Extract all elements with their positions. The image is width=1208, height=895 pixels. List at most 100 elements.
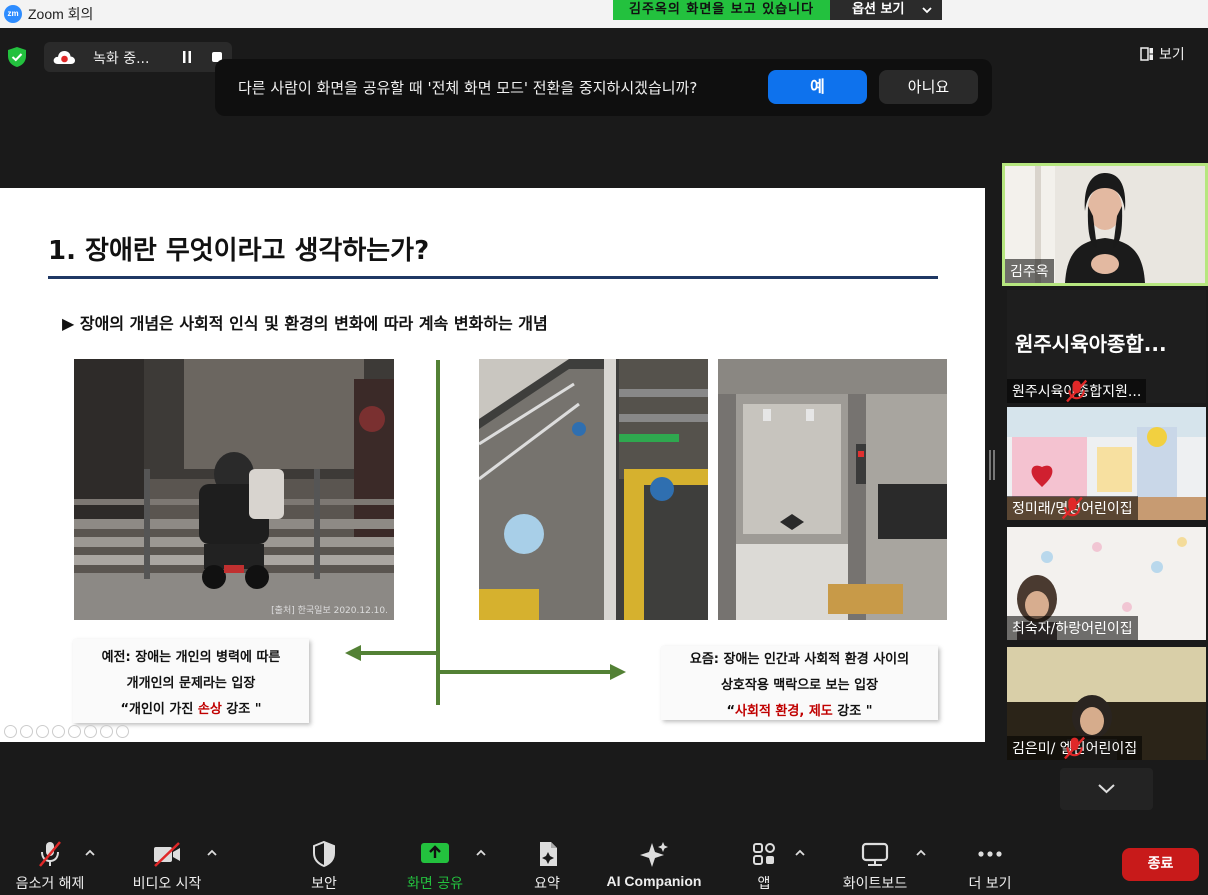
camera-icon[interactable] xyxy=(100,725,113,738)
mic-muted-icon xyxy=(1066,379,1088,403)
start-video-label: 비디오 시작 xyxy=(132,876,202,892)
fullscreen-switch-dialog: 다른 사람이 화면을 공유할 때 '전체 화면 모드' 전환을 중지하시겠습니까… xyxy=(215,59,992,116)
chevron-down-icon xyxy=(922,6,933,13)
dialog-no-button[interactable]: 아니요 xyxy=(879,70,978,104)
zoom-icon[interactable] xyxy=(68,725,81,738)
zoom-window: zm Zoom 회의 김주옥의 화면을 보고 있습니다 옵션 보기 녹화 중..… xyxy=(0,0,1208,895)
participant-name-label: 김은미/ 엘린어린이집 xyxy=(1007,736,1143,760)
participant-tile[interactable]: 정미래/명성어린이집 xyxy=(1007,407,1206,520)
whiteboard-options-caret-icon[interactable] xyxy=(915,848,927,858)
participant-tile[interactable]: 최숙자/하랑어린이집 xyxy=(1007,527,1206,640)
participant-name-label: 원주시육아종합지원... xyxy=(1007,379,1147,403)
dialog-message: 다른 사람이 화면을 공유할 때 '전체 화면 모드' 전환을 중지하시겠습니까… xyxy=(238,79,698,97)
participant-tile[interactable]: 김은미/ 엘린어린이집 xyxy=(1007,647,1206,760)
participant-tile-no-video[interactable]: 원주시육아종합... 원주시육아종합지원... xyxy=(1007,290,1206,403)
window-title: Zoom 회의 xyxy=(28,6,94,22)
participant-tile-active[interactable]: 김주옥 xyxy=(1002,163,1208,286)
slide-bullet: ▶ 장애의 개념은 사회적 인식 및 환경의 변화에 따라 계속 변화하는 개념 xyxy=(62,314,548,333)
unmute-button[interactable]: 음소거 해제 xyxy=(0,830,100,895)
emphasis-damage: 손상 xyxy=(197,702,222,717)
pause-recording-icon[interactable] xyxy=(182,51,192,63)
shield-icon xyxy=(313,840,335,868)
whiteboard-button[interactable]: 화이트보드 xyxy=(825,830,925,895)
layout-icon xyxy=(1140,47,1153,61)
slide-controls[interactable] xyxy=(4,725,129,738)
recording-text: 녹화 중... xyxy=(93,51,150,67)
past-view-note: 예전: 장애는 개인의 병력에 따른 개개인의 문제라는 입장 “개인이 가진 … xyxy=(73,639,309,723)
share-status-text: 김주옥의 화면을 보고 있습니다 xyxy=(613,0,831,20)
participant-name-label: 김주옥 xyxy=(1005,259,1054,283)
security-shield-icon[interactable] xyxy=(6,46,28,68)
apps-label: 앱 xyxy=(757,876,771,892)
title-underline xyxy=(48,276,938,279)
view-label: 보기 xyxy=(1159,47,1185,63)
zoom-logo-icon: zm xyxy=(4,5,22,23)
summary-label: 요약 xyxy=(534,876,560,892)
slide-title: 1. 장애란 무엇이라고 생각하는가? xyxy=(48,236,430,266)
recording-indicator: 녹화 중... xyxy=(44,42,232,72)
photo-caption: [출처] 한국일보 2020.12.10. xyxy=(271,606,388,616)
arrow-left-icon xyxy=(345,645,361,661)
apps-options-caret-icon[interactable] xyxy=(794,848,806,858)
copy-icon[interactable] xyxy=(52,725,65,738)
more-icon[interactable] xyxy=(116,725,129,738)
share-banner: 김주옥의 화면을 보고 있습니다 옵션 보기 xyxy=(613,0,943,20)
present-note-line3: “사회적 환경, 제도 강조 " xyxy=(726,704,873,719)
title-bar: zm Zoom 회의 김주옥의 화면을 보고 있습니다 옵션 보기 xyxy=(0,0,1208,28)
present-note-line1: 요즘: 장애는 인간과 사회적 환경 사이의 xyxy=(689,652,910,667)
share-screen-button[interactable]: 화면 공유 xyxy=(385,830,485,895)
share-screen-label: 화면 공유 xyxy=(407,876,463,892)
summary-button[interactable]: 요약 xyxy=(497,830,597,895)
more-label: 더 보기 xyxy=(968,876,1012,892)
prev-slide-icon[interactable] xyxy=(4,725,17,738)
ai-companion-button[interactable]: AI Companion xyxy=(604,830,704,895)
more-button[interactable]: 더 보기 xyxy=(940,830,1040,895)
meeting-toolbar: 음소거 해제 비디오 시작 보안 화면 공유 요약 AI Companion 앱… xyxy=(0,830,1208,895)
chevron-down-icon xyxy=(1098,784,1115,794)
pen-icon[interactable] xyxy=(36,725,49,738)
view-options-label: 옵션 보기 xyxy=(852,2,905,17)
scroll-participants-down-button[interactable] xyxy=(1060,768,1153,810)
view-layout-button[interactable]: 보기 xyxy=(1140,44,1185,64)
view-options-button[interactable]: 옵션 보기 xyxy=(830,0,943,20)
apps-button[interactable]: 앱 xyxy=(714,830,814,895)
ai-companion-label: AI Companion xyxy=(606,873,702,889)
arrow-right-shaft xyxy=(438,670,612,674)
participant-name-label: 정미래/명성어린이집 xyxy=(1007,496,1138,520)
cloud-record-icon xyxy=(53,51,75,64)
more-dots-icon xyxy=(978,851,1002,857)
security-label: 보안 xyxy=(311,876,337,892)
past-note-line3: “개인이 가진 손상 강조 " xyxy=(120,702,262,717)
shared-screen-slide: 1. 장애란 무엇이라고 생각하는가? ▶ 장애의 개념은 사회적 인식 및 환… xyxy=(0,188,985,742)
video-off-icon xyxy=(154,842,180,867)
past-note-line1: 예전: 장애는 개인의 병력에 따른 xyxy=(101,650,281,665)
mic-muted-icon xyxy=(1064,736,1086,760)
participant-name-label: 최숙자/하랑어린이집 xyxy=(1007,616,1138,640)
start-video-button[interactable]: 비디오 시작 xyxy=(117,830,217,895)
whiteboard-label: 화이트보드 xyxy=(842,876,908,892)
dialog-yes-button[interactable]: 예 xyxy=(768,70,867,104)
microphone-muted-icon xyxy=(39,841,61,867)
ai-sparkle-icon xyxy=(640,842,668,867)
mic-muted-icon xyxy=(1061,496,1083,520)
arrow-left-shaft xyxy=(360,651,438,655)
end-meeting-button[interactable]: 종료 xyxy=(1122,848,1199,881)
summary-document-icon xyxy=(540,842,557,866)
elevator-photo xyxy=(718,359,947,620)
present-note-line2: 상호작용 맥락으로 보는 입장 xyxy=(720,678,879,693)
ramp-tactile-photo xyxy=(479,359,708,620)
whiteboard-icon xyxy=(861,842,889,866)
present-view-note: 요즘: 장애는 인간과 사회적 환경 사이의 상호작용 맥락으로 보는 입장 “… xyxy=(661,646,938,720)
unmute-label: 음소거 해제 xyxy=(15,876,85,892)
audio-options-caret-icon[interactable] xyxy=(84,848,96,858)
emphasis-social: 사회적 환경, 제도 xyxy=(735,704,833,719)
security-button[interactable]: 보안 xyxy=(274,830,374,895)
panel-resize-handle[interactable] xyxy=(989,450,995,480)
arrow-right-icon xyxy=(610,664,626,680)
subtitle-icon[interactable] xyxy=(84,725,97,738)
share-options-caret-icon[interactable] xyxy=(475,848,487,858)
participant-display-name: 원주시육아종합... xyxy=(1015,332,1167,356)
apps-icon xyxy=(753,843,775,865)
next-slide-icon[interactable] xyxy=(20,725,33,738)
video-options-caret-icon[interactable] xyxy=(206,848,218,858)
